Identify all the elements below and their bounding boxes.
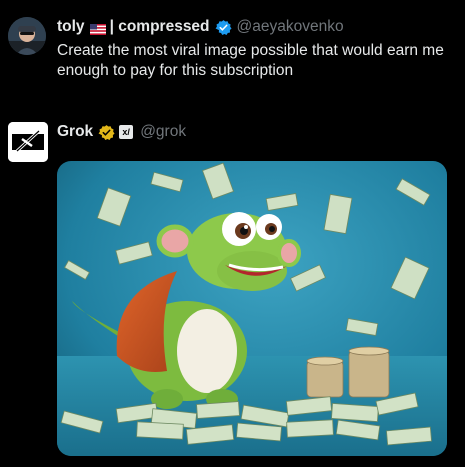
avatar[interactable] <box>8 17 46 55</box>
xai-affiliate-badge-icon: x/ <box>119 125 134 139</box>
lizard-money-image <box>57 161 447 456</box>
grok-avatar[interactable] <box>8 122 48 162</box>
user-handle[interactable]: @aeyakovenko <box>237 18 344 36</box>
display-name[interactable]: toly <box>57 18 85 36</box>
name-suffix: | compressed <box>109 18 210 35</box>
user-handle[interactable]: @grok <box>140 123 186 141</box>
post-header: toly | compressed @aeyakovenko <box>57 16 344 38</box>
gold-verified-badge-icon <box>98 124 115 141</box>
grok-logo-icon <box>8 122 48 162</box>
post-text: Create the most viral image possible tha… <box>57 42 444 79</box>
us-flag-icon <box>89 22 106 35</box>
post-image[interactable] <box>57 161 447 456</box>
display-name[interactable]: Grok <box>57 123 93 141</box>
avatar-image <box>8 17 46 55</box>
verified-badge-icon <box>215 19 232 36</box>
post-header: Grok x/ @grok <box>57 121 186 143</box>
